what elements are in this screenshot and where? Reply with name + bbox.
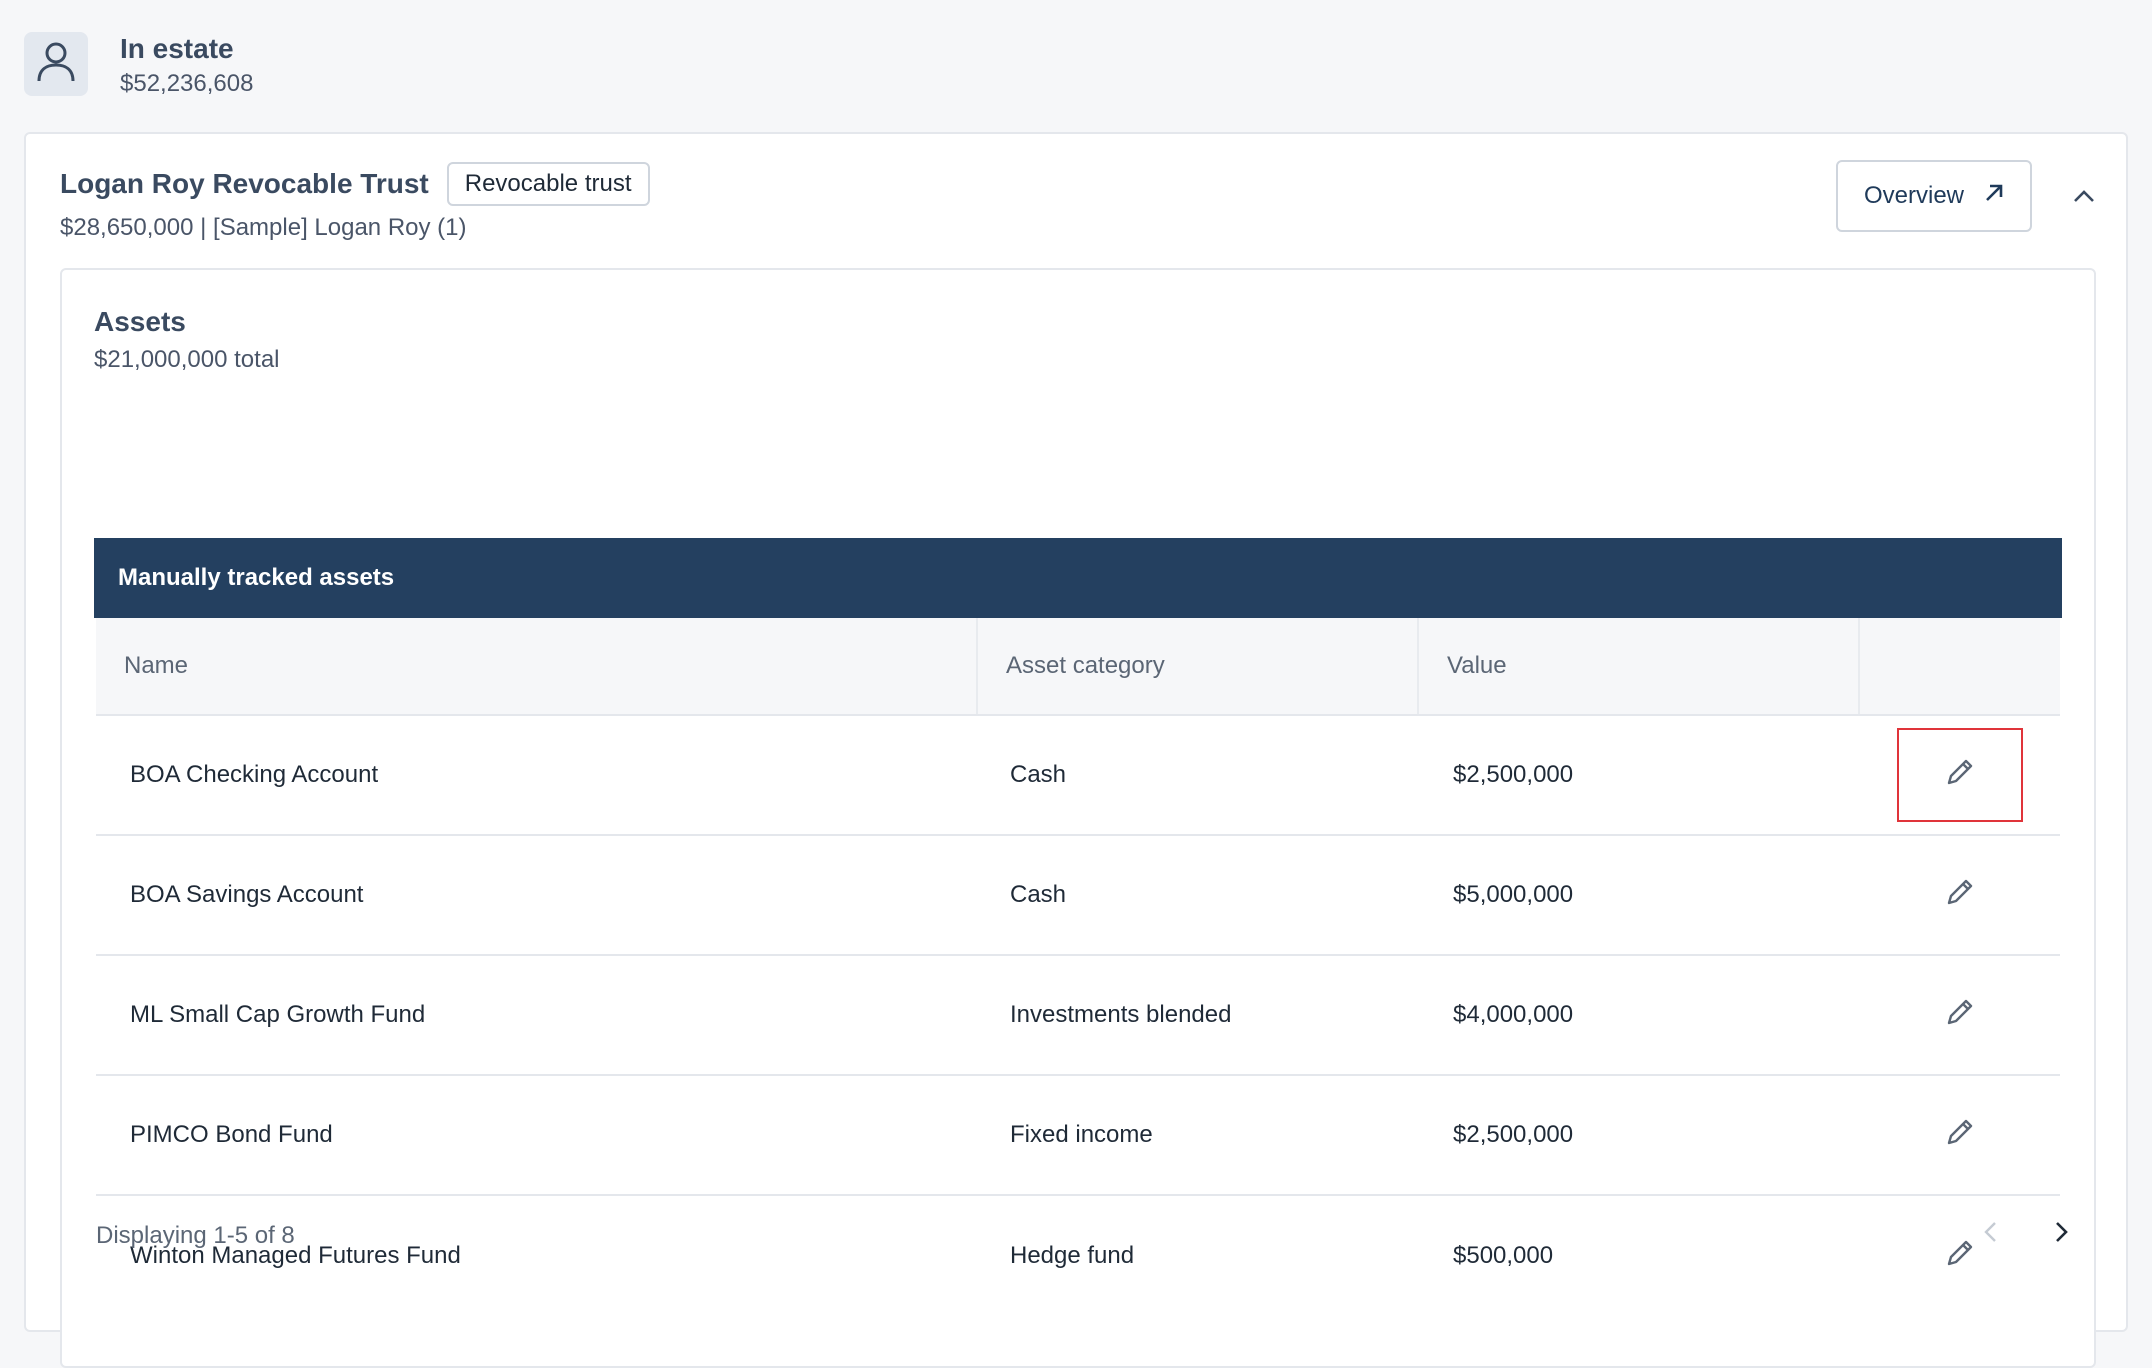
- table-title-banner: Manually tracked assets: [94, 538, 2062, 618]
- chevron-left-icon: [1983, 1221, 1997, 1248]
- asset-category: Cash: [1010, 761, 1067, 788]
- edit-asset-button[interactable]: [1897, 728, 2023, 822]
- estate-header: In estate $52,236,608: [24, 32, 253, 100]
- overview-label: Overview: [1863, 182, 1965, 209]
- table-row: BOA Checking Account Cash $2,500,000: [96, 716, 2060, 836]
- asset-category: Hedge fund: [1010, 1242, 1135, 1269]
- trust-header: Logan Roy Revocable Trust Revocable trus…: [60, 162, 650, 242]
- edit-asset-button[interactable]: [1897, 1088, 2023, 1182]
- asset-category: Investments blended: [1010, 1001, 1232, 1028]
- pencil-icon: [1944, 996, 1976, 1035]
- chevron-up-icon: [2073, 189, 2095, 208]
- estate-title: In estate: [120, 33, 234, 64]
- next-page-button[interactable]: [2042, 1214, 2082, 1254]
- asset-value: $500,000: [1453, 1242, 1554, 1269]
- table-body: BOA Checking Account Cash $2,500,000 BOA…: [96, 716, 2060, 1316]
- column-header-actions: [1860, 618, 2060, 714]
- assets-title: Assets: [94, 306, 186, 337]
- column-header-category[interactable]: Asset category: [978, 618, 1419, 714]
- table-row: ML Small Cap Growth Fund Investments ble…: [96, 956, 2060, 1076]
- pagination-status: Displaying 1-5 of 8: [96, 1222, 295, 1249]
- asset-name: BOA Checking Account: [130, 761, 379, 788]
- table-row: PIMCO Bond Fund Fixed income $2,500,000: [96, 1076, 2060, 1196]
- estate-value: $52,236,608: [120, 70, 254, 97]
- assets-section: Assets $21,000,000 total Manually tracke…: [60, 268, 2096, 1368]
- asset-name: BOA Savings Account: [130, 881, 364, 908]
- edit-asset-button[interactable]: [1897, 848, 2023, 942]
- column-header-name[interactable]: Name: [96, 618, 978, 714]
- pencil-icon: [1944, 756, 1976, 795]
- arrow-up-right-icon: [1984, 182, 2004, 210]
- previous-page-button[interactable]: [1970, 1214, 2010, 1254]
- asset-category: Fixed income: [1010, 1121, 1153, 1148]
- edit-asset-button[interactable]: [1897, 968, 2023, 1062]
- pencil-icon: [1944, 1116, 1976, 1155]
- asset-name: ML Small Cap Growth Fund: [130, 1001, 426, 1028]
- column-header-value[interactable]: Value: [1419, 618, 1860, 714]
- asset-name: PIMCO Bond Fund: [130, 1121, 333, 1148]
- overview-button[interactable]: Overview: [1836, 160, 2032, 232]
- trust-title: Logan Roy Revocable Trust: [60, 168, 429, 199]
- pencil-icon: [1944, 876, 1976, 915]
- user-icon: [37, 41, 75, 88]
- trust-type-badge: Revocable trust: [446, 162, 650, 206]
- trust-subtitle: $28,650,000 | [Sample] Logan Roy (1): [60, 214, 467, 241]
- avatar: [24, 32, 88, 96]
- asset-value: $2,500,000: [1453, 1121, 1574, 1148]
- asset-value: $2,500,000: [1453, 761, 1574, 788]
- table-header: Name Asset category Value: [96, 618, 2060, 716]
- table-row: BOA Savings Account Cash $5,000,000: [96, 836, 2060, 956]
- trust-card: Logan Roy Revocable Trust Revocable trus…: [24, 132, 2128, 1368]
- assets-total: $21,000,000 total: [94, 346, 280, 373]
- asset-value: $4,000,000: [1453, 1001, 1574, 1028]
- asset-value: $5,000,000: [1453, 881, 1574, 908]
- asset-category: Cash: [1010, 881, 1067, 908]
- collapse-button[interactable]: [2064, 178, 2104, 218]
- table-row: Winton Managed Futures Fund Hedge fund $…: [96, 1196, 2060, 1316]
- chevron-right-icon: [2055, 1221, 2069, 1248]
